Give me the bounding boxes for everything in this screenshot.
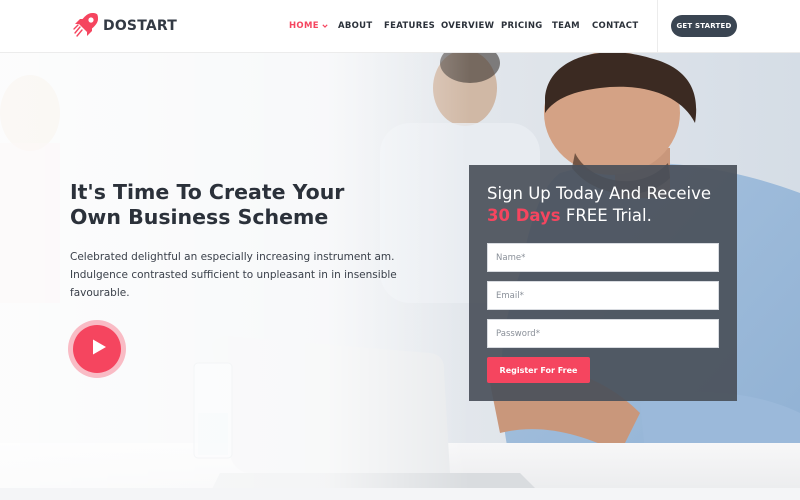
logo[interactable]: DOSTART bbox=[72, 10, 177, 42]
nav-divider bbox=[657, 0, 658, 53]
nav-about[interactable]: ABOUT bbox=[338, 21, 372, 31]
next-section-strip bbox=[0, 488, 800, 500]
play-button-inner bbox=[73, 325, 121, 373]
password-field[interactable] bbox=[487, 319, 719, 348]
site-header: DOSTART HOME ABOUT FEATURES OVERVIEW PRI… bbox=[0, 0, 800, 53]
chevron-down-icon bbox=[322, 22, 328, 31]
register-button[interactable]: Register For Free bbox=[487, 357, 590, 383]
email-field[interactable] bbox=[487, 281, 719, 310]
play-video-button[interactable] bbox=[68, 320, 126, 378]
nav-contact[interactable]: CONTACT bbox=[592, 21, 638, 31]
signup-title-part2: FREE Trial. bbox=[560, 206, 652, 225]
name-field[interactable] bbox=[487, 243, 719, 272]
nav-features[interactable]: FEATURES bbox=[384, 21, 435, 31]
nav-team[interactable]: TEAM bbox=[552, 21, 580, 31]
hero-description: Celebrated delightful an especially incr… bbox=[70, 251, 397, 299]
nav-pricing[interactable]: PRICING bbox=[501, 21, 543, 31]
play-icon bbox=[87, 338, 108, 361]
signup-title-highlight: 30 Days bbox=[487, 206, 561, 225]
nav-home[interactable]: HOME bbox=[289, 21, 328, 31]
signup-title: Sign Up Today And Receive 30 Days FREE T… bbox=[487, 183, 727, 227]
rocket-icon bbox=[72, 9, 102, 44]
signup-form: Sign Up Today And Receive 30 Days FREE T… bbox=[469, 165, 737, 401]
brand-name: DOSTART bbox=[103, 18, 178, 34]
signup-title-part1: Sign Up Today And Receive bbox=[487, 184, 712, 203]
hero-title: It's Time To Create Your Own Business Sc… bbox=[70, 180, 345, 229]
get-started-button[interactable]: GET STARTED bbox=[671, 15, 737, 37]
nav-overview[interactable]: OVERVIEW bbox=[441, 21, 494, 31]
nav-home-label: HOME bbox=[289, 21, 319, 31]
